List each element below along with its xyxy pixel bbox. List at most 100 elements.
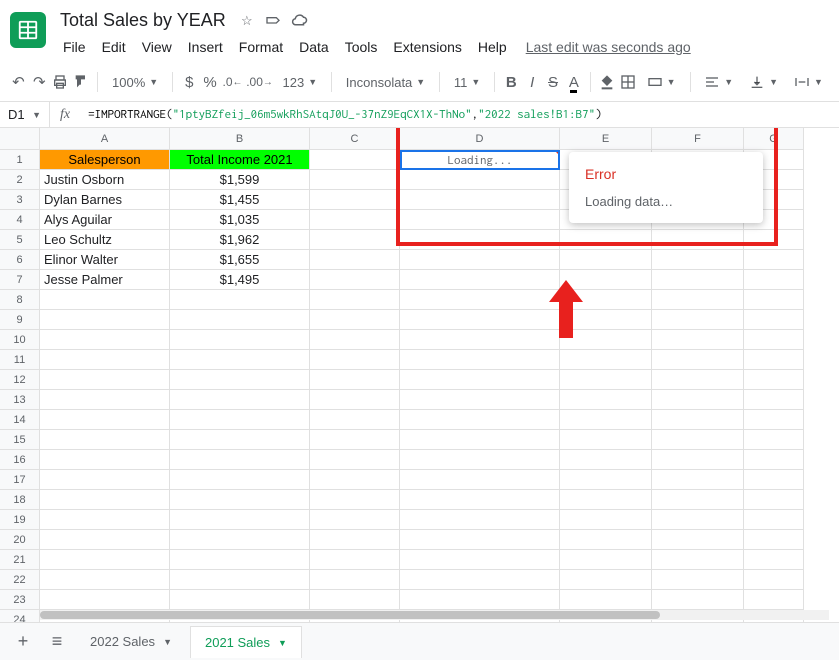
cell[interactable] <box>170 390 310 410</box>
document-title[interactable]: Total Sales by YEAR <box>56 8 230 33</box>
zoom-dropdown[interactable]: 100%▼ <box>106 69 164 95</box>
cell[interactable] <box>400 450 560 470</box>
cell[interactable] <box>744 510 804 530</box>
undo-button[interactable]: ↶ <box>10 69 27 95</box>
cell[interactable] <box>560 490 652 510</box>
cell[interactable] <box>310 550 400 570</box>
cell[interactable] <box>310 170 400 190</box>
cell[interactable] <box>560 410 652 430</box>
row-header[interactable]: 23 <box>0 590 40 610</box>
cell[interactable] <box>310 390 400 410</box>
cell[interactable] <box>560 390 652 410</box>
cell[interactable] <box>310 450 400 470</box>
cell[interactable] <box>310 230 400 250</box>
cell[interactable] <box>40 590 170 610</box>
row-header[interactable]: 15 <box>0 430 40 450</box>
cell[interactable] <box>170 470 310 490</box>
cell[interactable]: Dylan Barnes <box>40 190 170 210</box>
cell[interactable] <box>652 290 744 310</box>
cell[interactable] <box>744 590 804 610</box>
cell[interactable] <box>744 570 804 590</box>
cell[interactable] <box>310 410 400 430</box>
v-align-dropdown[interactable]: ▼ <box>743 69 784 95</box>
cell[interactable] <box>170 450 310 470</box>
cell[interactable] <box>170 410 310 430</box>
cell[interactable] <box>310 270 400 290</box>
cell[interactable] <box>310 330 400 350</box>
cell[interactable] <box>170 570 310 590</box>
select-all-corner[interactable] <box>0 128 40 150</box>
row-header[interactable]: 14 <box>0 410 40 430</box>
cell[interactable] <box>310 290 400 310</box>
cell[interactable] <box>652 530 744 550</box>
cell[interactable] <box>652 370 744 390</box>
row-header[interactable]: 18 <box>0 490 40 510</box>
cell[interactable] <box>652 470 744 490</box>
cell[interactable] <box>310 430 400 450</box>
increase-decimal-button[interactable]: .00→ <box>247 69 273 95</box>
cell[interactable] <box>744 370 804 390</box>
cell[interactable] <box>400 250 560 270</box>
move-icon[interactable] <box>264 12 282 30</box>
cell[interactable]: $1,962 <box>170 230 310 250</box>
cell[interactable] <box>652 250 744 270</box>
cell[interactable] <box>170 330 310 350</box>
row-header[interactable]: 17 <box>0 470 40 490</box>
menu-help[interactable]: Help <box>471 35 514 59</box>
cell[interactable] <box>310 190 400 210</box>
cell[interactable] <box>652 570 744 590</box>
cell[interactable] <box>40 370 170 390</box>
cell[interactable] <box>170 290 310 310</box>
col-header[interactable]: C <box>310 128 400 150</box>
cell[interactable] <box>652 350 744 370</box>
bold-button[interactable]: B <box>503 69 520 95</box>
cell[interactable] <box>560 570 652 590</box>
cell[interactable]: $1,655 <box>170 250 310 270</box>
all-sheets-button[interactable]: ≡ <box>42 627 72 657</box>
cell[interactable]: Jesse Palmer <box>40 270 170 290</box>
fill-color-button[interactable] <box>599 69 616 95</box>
horizontal-scrollbar[interactable] <box>40 610 829 620</box>
row-header[interactable]: 21 <box>0 550 40 570</box>
row-header[interactable]: 12 <box>0 370 40 390</box>
cell[interactable] <box>40 350 170 370</box>
cell[interactable] <box>400 410 560 430</box>
cell[interactable] <box>310 210 400 230</box>
cell[interactable] <box>560 550 652 570</box>
cell[interactable] <box>40 470 170 490</box>
sheet-tab-2022[interactable]: 2022 Sales▼ <box>76 626 186 658</box>
row-header[interactable]: 22 <box>0 570 40 590</box>
row-header[interactable]: 13 <box>0 390 40 410</box>
cell[interactable] <box>560 590 652 610</box>
cell[interactable] <box>400 590 560 610</box>
cell[interactable] <box>744 250 804 270</box>
cell[interactable] <box>40 310 170 330</box>
cell[interactable] <box>310 490 400 510</box>
borders-button[interactable] <box>620 69 637 95</box>
cell[interactable] <box>170 310 310 330</box>
cell[interactable] <box>744 550 804 570</box>
menu-data[interactable]: Data <box>292 35 336 59</box>
paint-format-button[interactable] <box>73 69 90 95</box>
cell[interactable] <box>310 570 400 590</box>
cell[interactable] <box>40 530 170 550</box>
cell[interactable] <box>744 390 804 410</box>
redo-button[interactable]: ↷ <box>31 69 48 95</box>
cell[interactable] <box>400 370 560 390</box>
cell[interactable] <box>310 350 400 370</box>
cell[interactable] <box>40 550 170 570</box>
row-header[interactable]: 16 <box>0 450 40 470</box>
currency-button[interactable]: $ <box>181 69 198 95</box>
cell[interactable] <box>310 310 400 330</box>
cell[interactable] <box>40 290 170 310</box>
cell[interactable] <box>744 310 804 330</box>
cell[interactable] <box>400 290 560 310</box>
cell[interactable] <box>40 510 170 530</box>
cell[interactable] <box>40 490 170 510</box>
formula-input[interactable]: =IMPORTRANGE("1ptyBZfeij_06m5wkRhSAtqJ0U… <box>80 102 839 127</box>
cell[interactable] <box>744 410 804 430</box>
cell[interactable] <box>652 310 744 330</box>
cell[interactable] <box>310 510 400 530</box>
cell[interactable]: $1,495 <box>170 270 310 290</box>
cell[interactable] <box>652 390 744 410</box>
